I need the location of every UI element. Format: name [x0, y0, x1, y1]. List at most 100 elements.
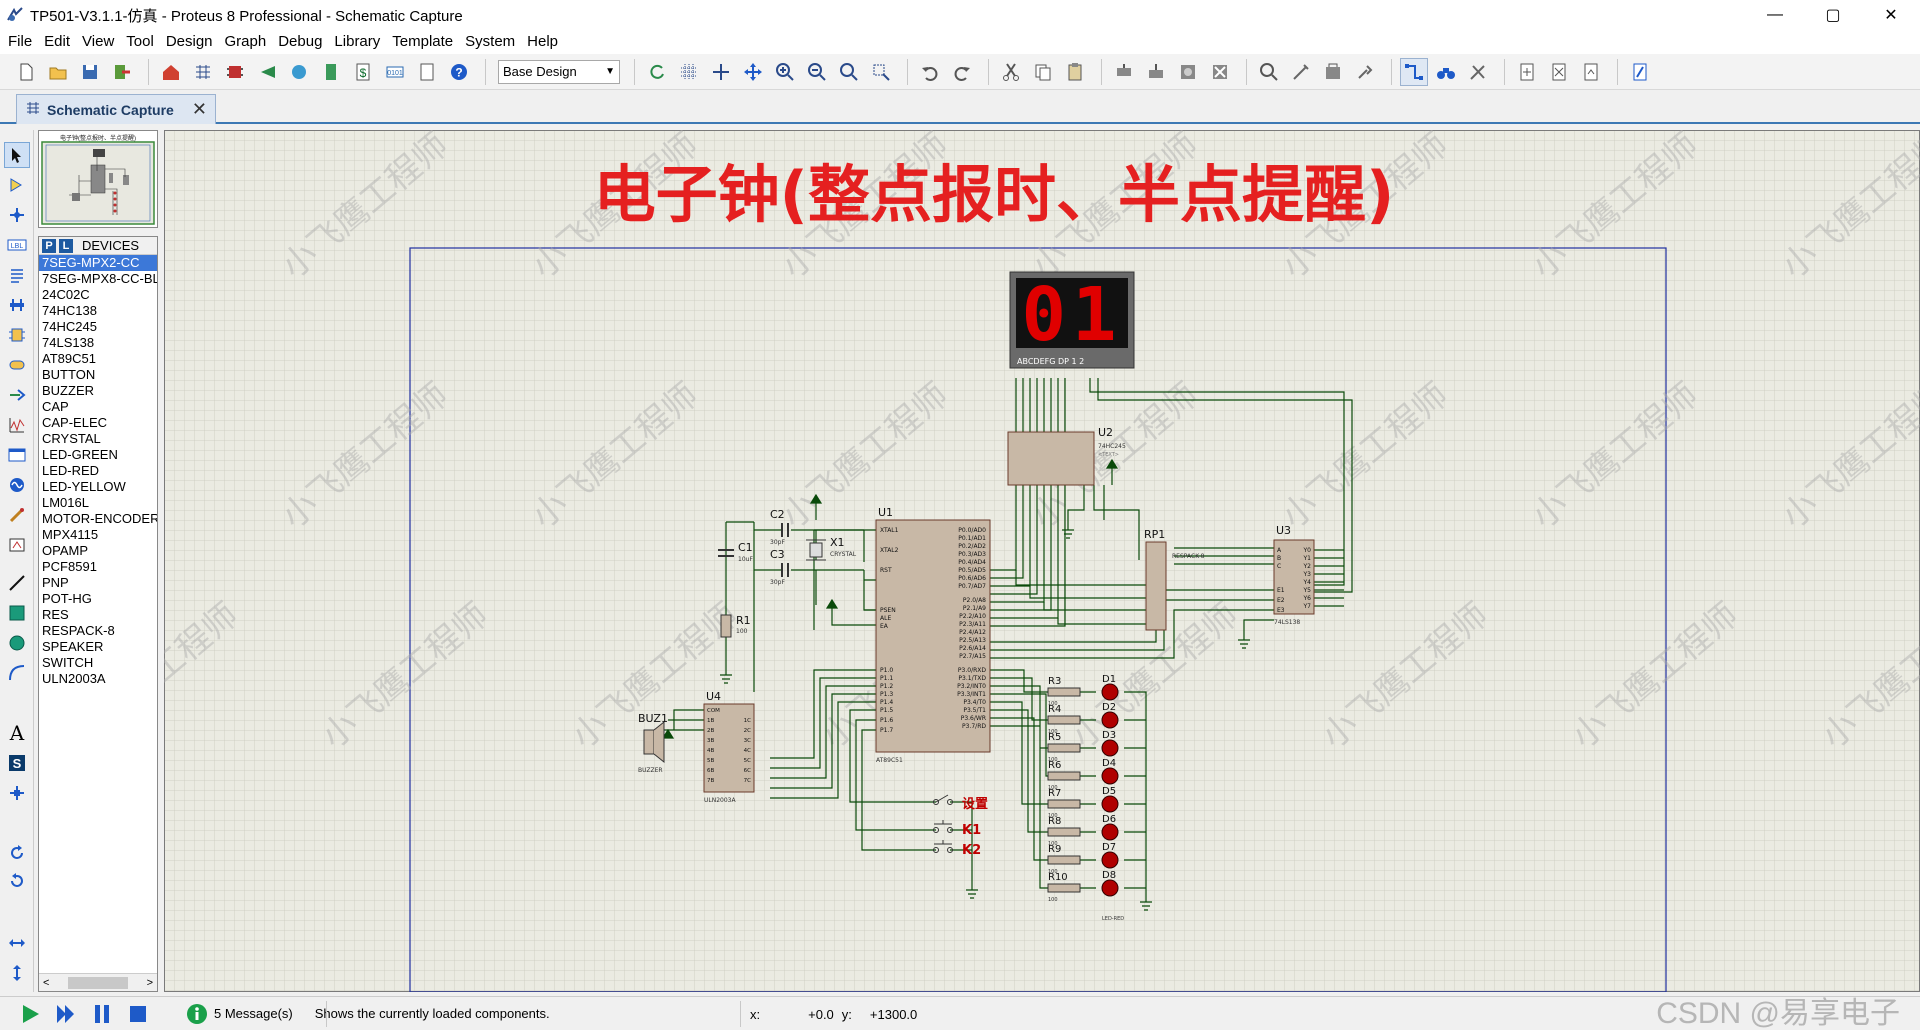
led-red[interactable] — [1101, 851, 1119, 869]
resistor-body[interactable] — [1047, 743, 1081, 753]
undo-icon[interactable] — [916, 58, 944, 86]
paste-icon[interactable] — [1061, 58, 1089, 86]
minimize-button[interactable]: — — [1746, 0, 1804, 30]
menu-graph[interactable]: Graph — [219, 30, 273, 54]
device-item[interactable]: LM016L — [39, 495, 157, 511]
line-tool-icon[interactable] — [4, 570, 30, 596]
mirror-vertical-icon[interactable] — [4, 960, 30, 986]
device-item[interactable]: POT-HG — [39, 591, 157, 607]
resistor-body[interactable] — [1047, 855, 1081, 865]
pause-icon[interactable] — [84, 999, 120, 1029]
remove-sheet-icon[interactable] — [1545, 58, 1573, 86]
device-item[interactable]: RES — [39, 607, 157, 623]
menu-edit[interactable]: Edit — [38, 30, 76, 54]
device-item[interactable]: PCF8591 — [39, 559, 157, 575]
device-item[interactable]: 7SEG-MPX2-CC — [39, 255, 157, 271]
device-item[interactable]: 24C02C — [39, 287, 157, 303]
device-item[interactable]: 74HC138 — [39, 303, 157, 319]
device-item[interactable]: MPX4115 — [39, 527, 157, 543]
origin-icon[interactable] — [707, 58, 735, 86]
bom-icon[interactable] — [317, 58, 345, 86]
component-mode-icon[interactable] — [4, 172, 30, 198]
path-tool-icon[interactable] — [4, 690, 30, 716]
zoom-area-icon[interactable] — [867, 58, 895, 86]
block-delete-icon[interactable] — [1206, 58, 1234, 86]
seven-segment-display[interactable]: 01 ABCDEFG DP 1 2 — [1009, 271, 1135, 369]
open-folder-icon[interactable] — [44, 58, 72, 86]
resistor-body[interactable] — [1047, 799, 1081, 809]
device-item[interactable]: SPEAKER — [39, 639, 157, 655]
scroll-left-icon[interactable]: < — [43, 977, 49, 989]
make-device-icon[interactable] — [1287, 58, 1315, 86]
gerber-icon[interactable] — [253, 58, 281, 86]
rotate-clockwise-icon[interactable] — [4, 840, 30, 866]
zoom-in-icon[interactable] — [771, 58, 799, 86]
maximize-button[interactable]: ▢ — [1804, 0, 1862, 30]
notes-icon[interactable] — [413, 58, 441, 86]
subcircuit-icon[interactable] — [4, 322, 30, 348]
device-item[interactable]: CRYSTAL — [39, 431, 157, 447]
resistor-body[interactable] — [1047, 687, 1081, 697]
device-item[interactable]: CAP-ELEC — [39, 415, 157, 431]
cost-icon[interactable]: $ — [349, 58, 377, 86]
design-variant-select[interactable]: Base Design ▼ — [498, 59, 620, 84]
led-red[interactable] — [1101, 711, 1119, 729]
rotate-anticlockwise-icon[interactable] — [4, 868, 30, 894]
led-red[interactable] — [1101, 879, 1119, 897]
box-tool-icon[interactable] — [4, 600, 30, 626]
block-copy-icon[interactable] — [1110, 58, 1138, 86]
3d-viewer-icon[interactable] — [285, 58, 313, 86]
decompose-icon[interactable] — [1351, 58, 1379, 86]
led-red[interactable] — [1101, 795, 1119, 813]
generator-icon[interactable] — [4, 472, 30, 498]
packaging-tool-icon[interactable] — [1319, 58, 1347, 86]
led-red[interactable] — [1101, 683, 1119, 701]
text-tool-icon[interactable]: A — [4, 720, 30, 746]
virtual-instruments-icon[interactable] — [4, 532, 30, 558]
home-icon[interactable] — [157, 58, 185, 86]
wire-label-icon[interactable]: LBL — [4, 232, 30, 258]
device-item[interactable]: PNP — [39, 575, 157, 591]
redo-icon[interactable] — [948, 58, 976, 86]
property-assignment-icon[interactable] — [1464, 58, 1492, 86]
device-item[interactable]: MOTOR-ENCODER — [39, 511, 157, 527]
device-item[interactable]: LED-RED — [39, 463, 157, 479]
cut-icon[interactable] — [997, 58, 1025, 86]
resistor-body[interactable] — [1047, 883, 1081, 893]
text-script-icon[interactable] — [4, 262, 30, 288]
resistor-body[interactable] — [1047, 771, 1081, 781]
block-rotate-icon[interactable] — [1174, 58, 1202, 86]
scroll-thumb[interactable] — [68, 976, 128, 989]
device-item[interactable]: CAP — [39, 399, 157, 415]
messages-indicator[interactable]: 5 Message(s) — [186, 1003, 293, 1025]
menu-file[interactable]: File — [2, 30, 38, 54]
arc-tool-icon[interactable] — [4, 660, 30, 686]
graph-mode-icon[interactable] — [4, 412, 30, 438]
device-item[interactable]: 74HC245 — [39, 319, 157, 335]
u4-uln2003a[interactable]: U4 ULN2003A COM 1B 2B 3B 4B 5B 6B 7B 1C 2C 3C 4C 5C 6… — [703, 690, 755, 804]
selection-mode-icon[interactable] — [4, 142, 30, 168]
led-red[interactable] — [1101, 739, 1119, 757]
device-item[interactable]: BUTTON — [39, 367, 157, 383]
refresh-icon[interactable] — [643, 58, 671, 86]
device-item[interactable]: BUZZER — [39, 383, 157, 399]
close-window-button[interactable]: ✕ — [1862, 0, 1920, 30]
menu-view[interactable]: View — [76, 30, 120, 54]
menu-debug[interactable]: Debug — [272, 30, 328, 54]
device-item[interactable]: ULN2003A — [39, 671, 157, 687]
circle-tool-icon[interactable] — [4, 630, 30, 656]
close-tab-icon[interactable]: ✕ — [192, 99, 207, 120]
menu-tool[interactable]: Tool — [120, 30, 160, 54]
copy-icon[interactable] — [1029, 58, 1057, 86]
schematic-canvas[interactable]: 小飞鹰工程师 小飞鹰工程师 小飞鹰工程师 小飞鹰工程师 小飞鹰工程师 小飞鹰工程师 小飞鹰工… — [64, 125, 1920, 993]
scroll-right-icon[interactable]: > — [147, 977, 153, 989]
device-item[interactable]: 7SEG-MPX8-CC-BL — [39, 271, 157, 287]
buses-icon[interactable] — [4, 292, 30, 318]
zoom-out-icon[interactable] — [803, 58, 831, 86]
mirror-horizontal-icon[interactable] — [4, 930, 30, 956]
device-item[interactable]: OPAMP — [39, 543, 157, 559]
symbol-tool-icon[interactable]: S — [4, 750, 30, 776]
device-item[interactable]: LED-GREEN — [39, 447, 157, 463]
zoom-all-icon[interactable] — [835, 58, 863, 86]
led-red[interactable] — [1101, 767, 1119, 785]
